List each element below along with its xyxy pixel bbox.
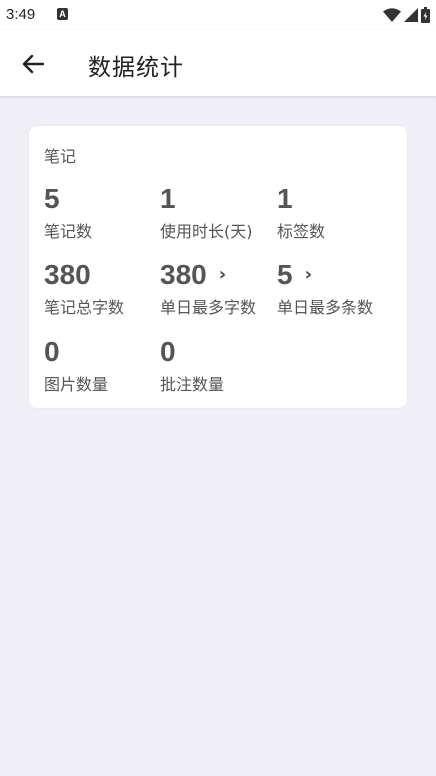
stat-value: 1 [277, 183, 293, 214]
stat-value: 380 [44, 259, 91, 290]
stat-image-count: 0 图片数量 [44, 335, 162, 395]
card-heading: 笔记 [44, 147, 77, 166]
notification-a-icon: A [57, 8, 68, 20]
status-bar: 3:49 A [0, 0, 436, 30]
stat-annotation-count: 0 批注数量 [160, 335, 278, 395]
stat-total-chars: 380 笔记总字数 [44, 258, 162, 318]
stat-label: 笔记数 [44, 222, 93, 241]
stat-label: 单日最多条数 [277, 298, 374, 317]
stat-value: 0 [44, 336, 60, 367]
stat-label: 图片数量 [44, 375, 109, 394]
arrow-left-icon [22, 54, 44, 74]
stat-max-daily-chars[interactable]: 380 › 单日最多字数 [160, 258, 278, 318]
stat-label: 批注数量 [160, 375, 225, 394]
stat-label: 使用时长(天) [160, 222, 253, 241]
back-button[interactable] [18, 49, 48, 79]
chevron-right-icon: › [218, 264, 227, 285]
notes-stats-card: 笔记 5 笔记数 1 使用时长(天) 1 标签数 380 笔记总字数 380 ›… [29, 126, 407, 408]
stat-value: 5 [277, 259, 293, 290]
cell-signal-icon [404, 8, 418, 22]
stat-tag-count: 1 标签数 [277, 182, 395, 242]
stat-note-count: 5 笔记数 [44, 182, 162, 242]
stat-value: 380 [160, 259, 207, 290]
status-icons [383, 6, 430, 24]
page-title: 数据统计 [88, 55, 184, 81]
stat-label: 单日最多字数 [160, 298, 257, 317]
status-time: 3:49 [6, 6, 36, 23]
chevron-right-icon: › [304, 264, 312, 285]
stat-value: 0 [160, 336, 176, 367]
stat-label: 标签数 [277, 222, 326, 241]
stat-value: 1 [160, 183, 176, 214]
stat-label: 笔记总字数 [44, 298, 125, 317]
app-bar: 数据统计 [0, 30, 436, 96]
stat-usage-days: 1 使用时长(天) [160, 182, 278, 242]
stat-value: 5 [44, 183, 60, 214]
stat-max-daily-notes[interactable]: 5 › 单日最多条数 [277, 258, 395, 318]
wifi-icon [383, 8, 401, 22]
battery-icon [421, 7, 430, 23]
